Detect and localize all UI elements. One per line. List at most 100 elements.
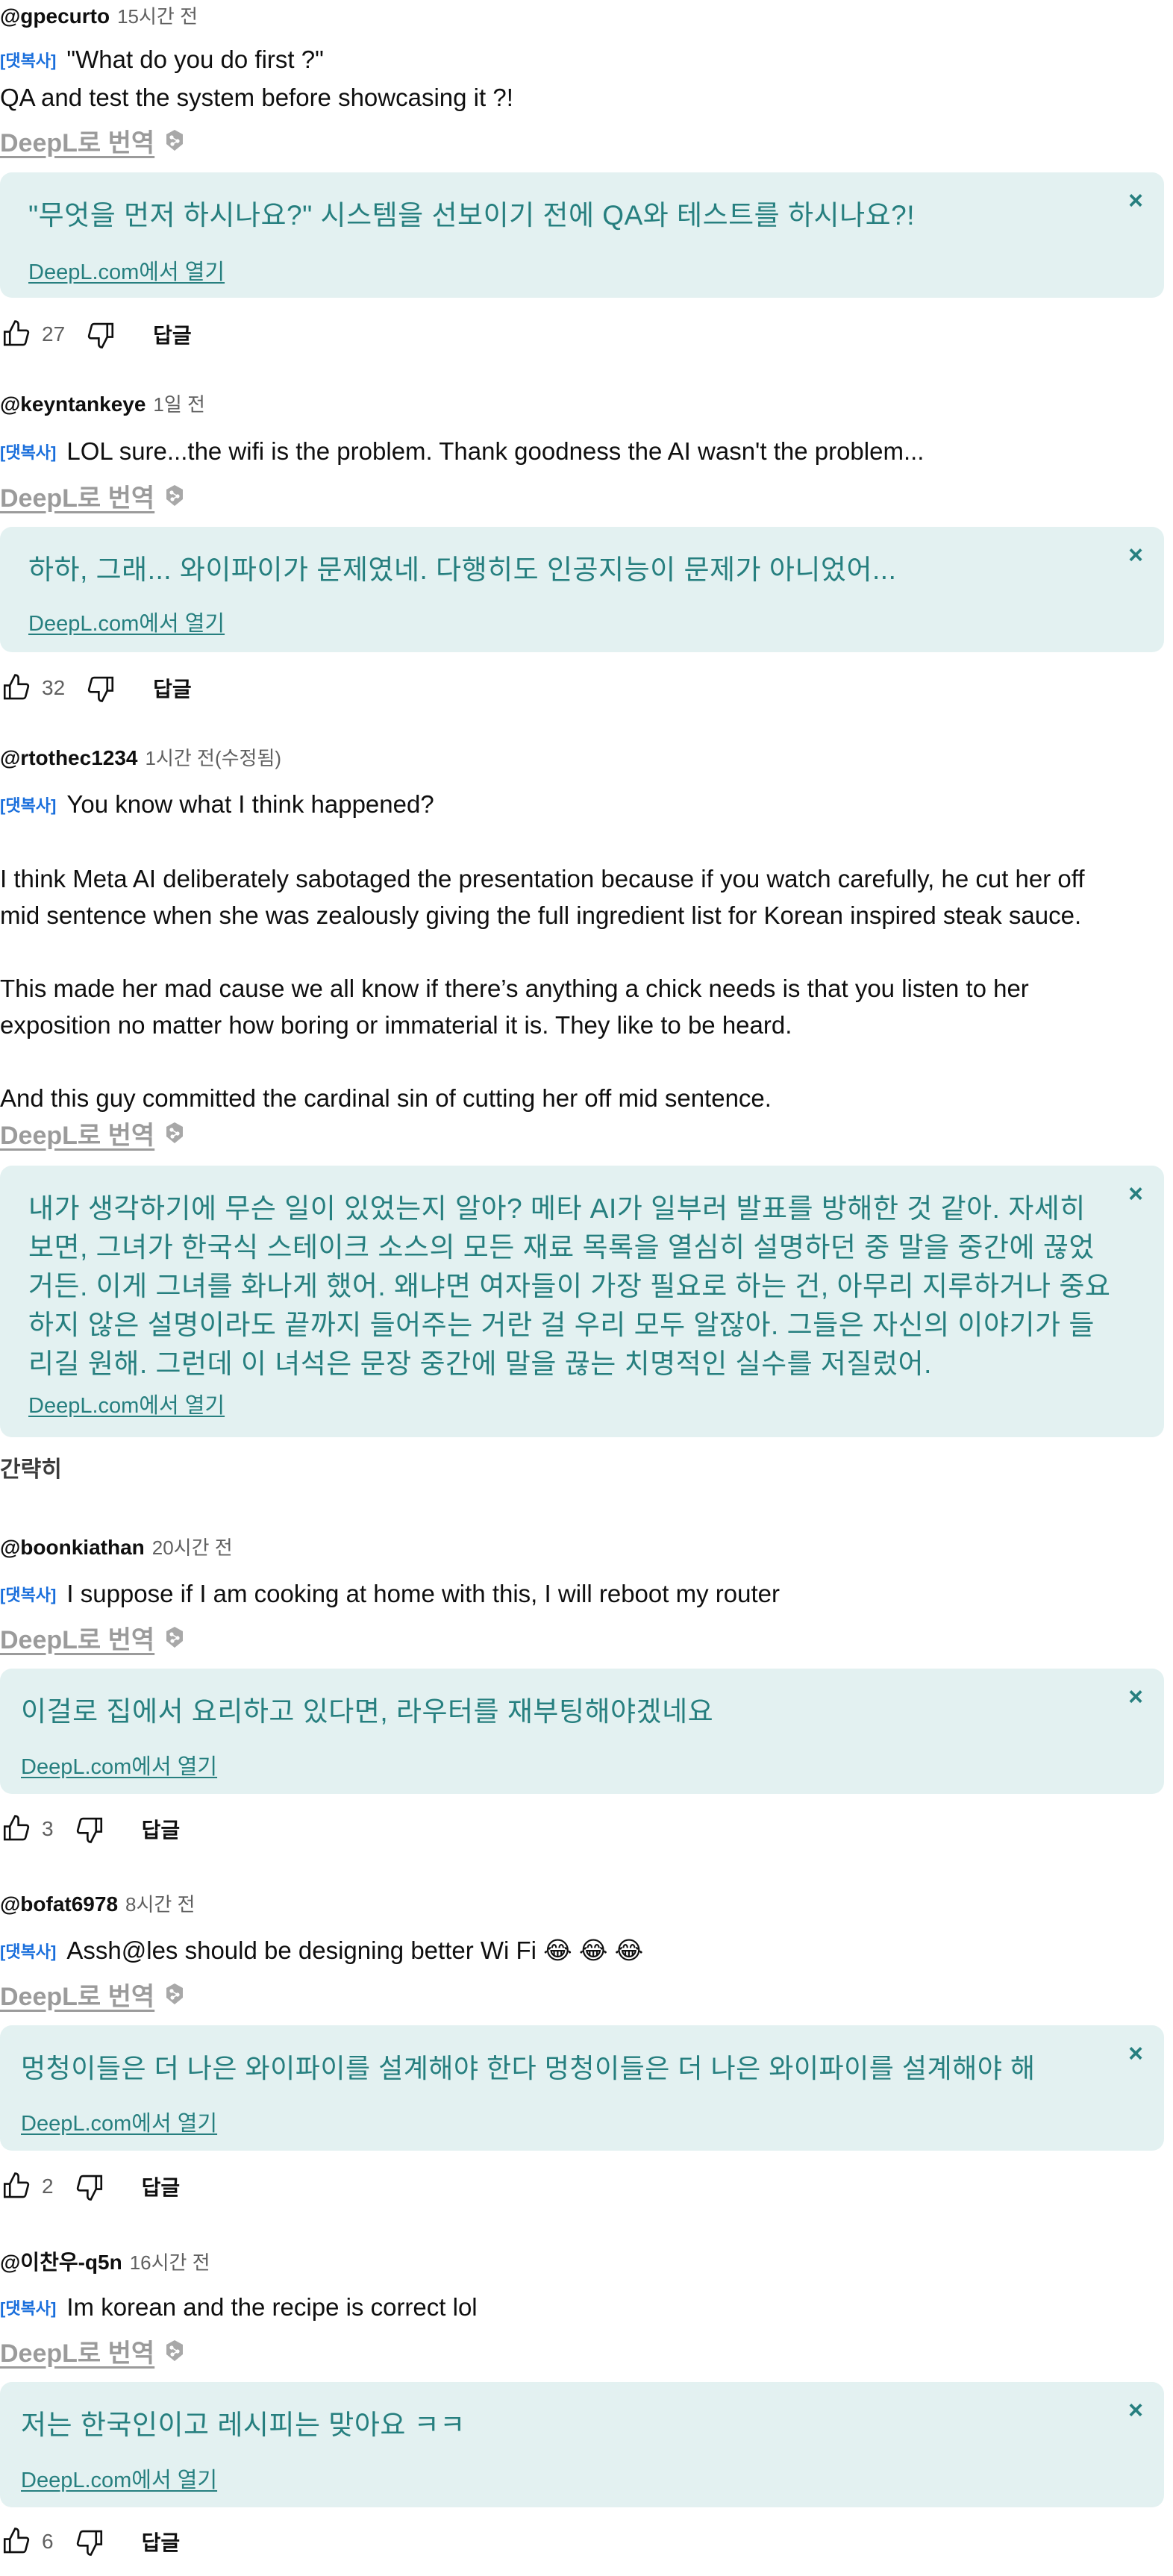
translation-text: 내가 생각하기에 무슨 일이 있었는지 알아? 메타 AI가 일부러 발표를 방… <box>28 1193 1111 1379</box>
open-in-deepl-link[interactable]: DeepL.com에서 열기 <box>28 606 225 637</box>
deepl-translate-label: DeepL로 번역 <box>0 1121 155 1150</box>
translation-box: "무엇을 먼저 하시나요?" 시스템을 선보이기 전에 QA와 테스트를 하시나… <box>0 172 1164 298</box>
like-icon[interactable] <box>0 672 33 704</box>
like-count: 6 <box>42 2530 54 2553</box>
deepl-translate-label: DeepL로 번역 <box>0 2339 155 2368</box>
deepl-translate-link[interactable]: DeepL로 번역 <box>0 1978 184 2011</box>
copy-tag[interactable]: [댓복사] <box>0 2299 56 2318</box>
translation-text: 멍청이들은 더 나은 와이파이를 설계해야 한다 멍청이들은 더 나은 와이파이… <box>21 2053 1036 2083</box>
copy-tag[interactable]: [댓복사] <box>0 1586 56 1604</box>
deepl-logo-icon <box>165 484 184 507</box>
comment-actions: 3 답글 <box>0 1810 180 1848</box>
comment-header: @gpecurto 15시간 전 <box>0 1 198 31</box>
reply-button[interactable]: 답글 <box>153 319 192 349</box>
comment-actions: 2 답글 <box>0 2168 180 2205</box>
close-icon[interactable]: × <box>1122 1684 1149 1710</box>
deepl-translate-link[interactable]: DeepL로 번역 <box>0 124 184 157</box>
open-in-deepl-link[interactable]: DeepL.com에서 열기 <box>21 2106 217 2137</box>
copy-tag[interactable]: [댓복사] <box>0 443 56 462</box>
comment-time[interactable]: 1일 전 <box>153 390 205 417</box>
comment-header: @boonkiathan 20시간 전 <box>0 1533 233 1563</box>
author-name[interactable]: @이찬우-q5n <box>0 2246 122 2276</box>
open-in-deepl-link[interactable]: DeepL.com에서 열기 <box>28 1388 225 1419</box>
comment-body: [댓복사] Im korean and the recipe is correct… <box>0 2289 1149 2327</box>
reply-button[interactable]: 답글 <box>142 2527 181 2557</box>
copy-tag[interactable]: [댓복사] <box>0 51 56 70</box>
close-icon[interactable]: × <box>1122 187 1149 214</box>
translation-box: 저는 한국인이고 레시피는 맞아요 ㅋㅋ DeepL.com에서 열기 × <box>0 2382 1164 2507</box>
deepl-logo-icon <box>165 129 184 151</box>
comment-time[interactable]: 15시간 전 <box>117 1 198 29</box>
comment-text: You know what I think happened? I think … <box>0 790 1085 1112</box>
comment-body: [댓복사] LOL sure...the wifi is the problem.… <box>0 433 1149 471</box>
like-count: 27 <box>42 322 66 346</box>
reply-button[interactable]: 답글 <box>153 673 192 703</box>
deepl-translate-label: DeepL로 번역 <box>0 1625 155 1654</box>
comment-text: Im korean and the recipe is correct lol <box>66 2293 478 2321</box>
deepl-translate-label: DeepL로 번역 <box>0 128 155 157</box>
comment-text: LOL sure...the wifi is the problem. Than… <box>66 437 925 465</box>
deepl-logo-icon <box>165 2339 184 2362</box>
translation-box: 내가 생각하기에 무슨 일이 있었는지 알아? 메타 AI가 일부러 발표를 방… <box>0 1166 1164 1437</box>
deepl-translate-link[interactable]: DeepL로 번역 <box>0 2334 184 2368</box>
close-icon[interactable]: × <box>1122 542 1149 569</box>
comment-time[interactable]: 1시간 전(수정됨) <box>146 743 282 771</box>
open-in-deepl-link[interactable]: DeepL.com에서 열기 <box>21 2463 217 2494</box>
comment-header: @bofat6978 8시간 전 <box>0 1889 195 1919</box>
author-name[interactable]: @gpecurto <box>0 4 110 28</box>
comment-actions: 32 답글 <box>0 669 192 707</box>
deepl-translate-link[interactable]: DeepL로 번역 <box>0 1116 184 1150</box>
like-icon[interactable] <box>0 2525 33 2558</box>
comment-time[interactable]: 16시간 전 <box>130 2248 210 2275</box>
comment-time[interactable]: 20시간 전 <box>152 1533 233 1560</box>
translation-text: "무엇을 먼저 하시나요?" 시스템을 선보이기 전에 QA와 테스트를 하시나… <box>28 200 916 231</box>
reply-button[interactable]: 답글 <box>142 1814 181 1844</box>
comment-actions: 6 답글 <box>0 2523 180 2560</box>
dislike-icon[interactable] <box>84 672 117 704</box>
copy-tag[interactable]: [댓복사] <box>0 1942 56 1961</box>
comment-actions: 27 답글 <box>0 316 192 353</box>
dislike-icon[interactable] <box>73 2525 106 2558</box>
open-in-deepl-link[interactable]: DeepL.com에서 열기 <box>28 254 225 286</box>
author-name[interactable]: @rtothec1234 <box>0 746 138 770</box>
comment-header: @이찬우-q5n 16시간 전 <box>0 2246 210 2276</box>
deepl-translate-label: DeepL로 번역 <box>0 484 155 513</box>
comment-header: @rtothec1234 1시간 전(수정됨) <box>0 743 281 773</box>
translation-box: 하하, 그래... 와이파이가 문제였네. 다행히도 인공지능이 문제가 아니었… <box>0 527 1164 652</box>
like-icon[interactable] <box>0 2170 33 2203</box>
dislike-icon[interactable] <box>73 2170 106 2203</box>
comment-text: Assh@les should be designing better Wi F… <box>66 1936 644 1964</box>
author-name[interactable]: @boonkiathan <box>0 1536 145 1560</box>
translation-text: 저는 한국인이고 레시피는 맞아요 ㅋㅋ <box>21 2410 466 2440</box>
author-name[interactable]: @keyntankeye <box>0 393 146 416</box>
comment-body: [댓복사] I suppose if I am cooking at home w… <box>0 1575 1149 1613</box>
like-count: 32 <box>42 676 66 699</box>
comment-text: I suppose if I am cooking at home with t… <box>66 1580 780 1607</box>
show-less-button[interactable]: 간략히 <box>0 1451 62 1484</box>
comment-text: "What do you do first ?" QA and test the… <box>0 46 513 111</box>
deepl-translate-link[interactable]: DeepL로 번역 <box>0 479 184 513</box>
deepl-logo-icon <box>165 1626 184 1648</box>
close-icon[interactable]: × <box>1122 1181 1149 1207</box>
deepl-logo-icon <box>165 1122 184 1144</box>
open-in-deepl-link[interactable]: DeepL.com에서 열기 <box>21 1749 217 1781</box>
dislike-icon[interactable] <box>84 318 117 351</box>
like-icon[interactable] <box>0 1813 33 1845</box>
copy-tag[interactable]: [댓복사] <box>0 796 56 815</box>
reply-button[interactable]: 답글 <box>142 2172 181 2201</box>
close-icon[interactable]: × <box>1122 2397 1149 2424</box>
comment-header: @keyntankeye 1일 전 <box>0 390 205 419</box>
comment-body: [댓복사] "What do you do first ?" QA and tes… <box>0 41 1149 116</box>
author-name[interactable]: @bofat6978 <box>0 1892 118 1916</box>
like-count: 2 <box>42 2175 54 2198</box>
comment-body: [댓복사] You know what I think happened? I t… <box>0 786 1149 1116</box>
translation-box: 멍청이들은 더 나은 와이파이를 설계해야 한다 멍청이들은 더 나은 와이파이… <box>0 2025 1164 2151</box>
like-icon[interactable] <box>0 318 33 351</box>
translation-text: 이걸로 집에서 요리하고 있다면, 라우터를 재부팅해야겠네요 <box>21 1696 714 1727</box>
like-count: 3 <box>42 1817 54 1840</box>
dislike-icon[interactable] <box>73 1813 106 1845</box>
deepl-translate-label: DeepL로 번역 <box>0 1982 155 2011</box>
close-icon[interactable]: × <box>1122 2040 1149 2067</box>
deepl-translate-link[interactable]: DeepL로 번역 <box>0 1621 184 1654</box>
comment-time[interactable]: 8시간 전 <box>125 1889 195 1917</box>
